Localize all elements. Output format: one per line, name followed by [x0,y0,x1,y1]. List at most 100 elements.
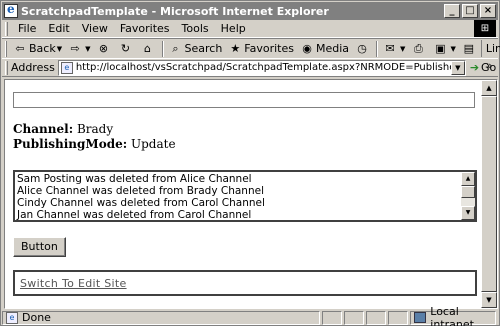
status-main: e Done [2,310,320,325]
home-icon: ⌂ [144,41,151,55]
toolbar-separator [376,40,379,57]
window-controls: _ □ × [444,4,496,18]
links-toolbar[interactable]: Links » [480,40,500,72]
address-dropdown-button[interactable]: ▼ [450,60,465,75]
windows-logo-icon: ⊞ [474,20,496,37]
listbox-rows: Sam Posting was deleted from Alice Chann… [15,172,459,220]
menu-help[interactable]: Help [215,22,252,35]
submit-button[interactable]: Button [13,237,66,257]
stop-icon: ⊗ [98,41,109,55]
title-bar: ScratchpadTemplate - Microsoft Internet … [2,2,498,20]
search-label: Search [184,42,223,55]
channel-label: Channel: [13,122,74,136]
list-item[interactable]: Jan Channel was deleted from Carol Chann… [17,209,457,220]
scroll-up-icon[interactable]: ▲ [481,80,497,96]
standard-toolbar: ⇦ Back ▼ ⇨ ▼ ⊗ ↻ ⌂ ⌕ Search ★ Favorites … [2,38,500,72]
mail-icon: ✉ [385,41,395,55]
listbox-scroll-thumb[interactable] [461,186,475,198]
status-cell [388,310,408,325]
address-label: Address [11,61,55,74]
toolbar-grip[interactable] [5,40,7,57]
menu-file[interactable]: File [12,22,42,35]
maximize-button[interactable]: □ [462,4,478,18]
search-icon: ⌕ [172,41,179,55]
print-button[interactable]: ⎙ [408,39,430,58]
page-viewport: Channel: Brady PublishingMode: Update Sa… [4,79,498,309]
refresh-button[interactable]: ↻ [116,39,138,58]
address-grip[interactable] [5,60,8,75]
listbox-scrollbar[interactable]: ▲ ▼ [461,172,475,220]
publishing-mode-label: PublishingMode: [13,137,128,151]
ie-app-icon [4,2,18,18]
menu-favorites[interactable]: Favorites [114,22,176,35]
media-button[interactable]: ◉ Media [297,39,352,58]
address-bar: Address e http://localhost/vsScratchpad/… [2,59,498,77]
channel-info: Channel: Brady PublishingMode: Update [13,122,477,152]
channel-value: Brady [76,122,114,136]
back-label: Back [29,42,56,55]
print-icon: ⎙ [414,41,423,55]
chevron-down-icon[interactable]: ▼ [450,45,455,53]
status-cell [322,310,342,325]
message-listbox[interactable]: Sam Posting was deleted from Alice Chann… [13,170,477,222]
go-button[interactable]: ➔ Go [470,61,496,74]
chevron-down-icon[interactable]: ▼ [57,45,62,53]
channel-row: Channel: Brady [13,122,477,137]
status-cell [366,310,386,325]
discuss-icon: ▤ [463,41,475,55]
chevron-down-icon[interactable]: ▼ [400,45,405,53]
switch-to-edit-site-link[interactable]: Switch To Edit Site [20,277,127,290]
history-button[interactable]: ◷ [352,39,374,58]
page-icon: e [60,61,73,74]
list-item[interactable]: Alice Channel was deleted from Brady Cha… [17,185,457,197]
edit-button[interactable]: ▣ ▼ [430,39,458,58]
scroll-down-icon[interactable]: ▼ [461,206,475,220]
menu-view[interactable]: View [76,22,114,35]
back-arrow-icon: ⇦ [15,41,25,55]
go-label: Go [481,61,497,74]
page-scroll-thumb[interactable] [481,96,497,292]
scroll-up-icon[interactable]: ▲ [461,172,475,186]
favorites-button[interactable]: ★ Favorites [225,39,297,58]
page-content: Channel: Brady PublishingMode: Update Sa… [13,92,477,296]
address-field[interactable]: e http://localhost/vsScratchpad/Scratchp… [57,59,466,76]
links-label: Links [485,42,500,55]
publishing-mode-value: Update [130,137,176,151]
toolbar-separator [161,40,164,57]
home-button[interactable]: ⌂ [138,39,160,58]
page-scrollbar[interactable]: ▲ ▼ [481,80,497,308]
forward-button[interactable]: ⇨ ▼ [65,39,93,58]
favorites-icon: ★ [230,41,241,55]
go-arrow-icon: ➔ [469,61,480,74]
publishing-mode-row: PublishingMode: Update [13,137,477,152]
forward-arrow-icon: ⇨ [70,41,80,55]
page-done-icon: e [6,311,18,324]
search-button[interactable]: ⌕ Search [166,39,226,58]
switch-site-box: Switch To Edit Site [13,270,477,296]
status-cell [344,310,364,325]
favorites-label: Favorites [244,42,294,55]
discuss-button[interactable]: ▤ [459,39,481,58]
minimize-button[interactable]: _ [444,4,460,18]
menu-bar: File Edit View Favorites Tools Help ⊞ [2,20,498,38]
back-button[interactable]: ⇦ Back ▼ [10,39,65,58]
chevron-down-icon[interactable]: ▼ [85,45,90,53]
menu-edit[interactable]: Edit [42,22,75,35]
zone-label: Local intranet [430,304,474,326]
status-bar: e Done Local intranet [2,305,498,326]
menu-tools[interactable]: Tools [176,22,215,35]
text-input[interactable] [13,92,475,108]
refresh-icon: ↻ [120,41,131,55]
window-title: ScratchpadTemplate - Microsoft Internet … [21,4,329,18]
security-zone: Local intranet [410,305,496,326]
media-label: Media [316,42,350,55]
menu-grip[interactable] [5,21,8,36]
close-button[interactable]: × [480,4,496,18]
mail-button[interactable]: ✉ ▼ [380,39,408,58]
history-icon: ◷ [357,41,367,55]
list-item[interactable]: Cindy Channel was deleted from Carol Cha… [17,197,457,209]
stop-button[interactable]: ⊗ [94,39,116,58]
address-url[interactable]: http://localhost/vsScratchpad/Scratchpad… [76,62,451,73]
status-text: Done [22,311,51,324]
list-item[interactable]: Sam Posting was deleted from Alice Chann… [17,173,457,185]
